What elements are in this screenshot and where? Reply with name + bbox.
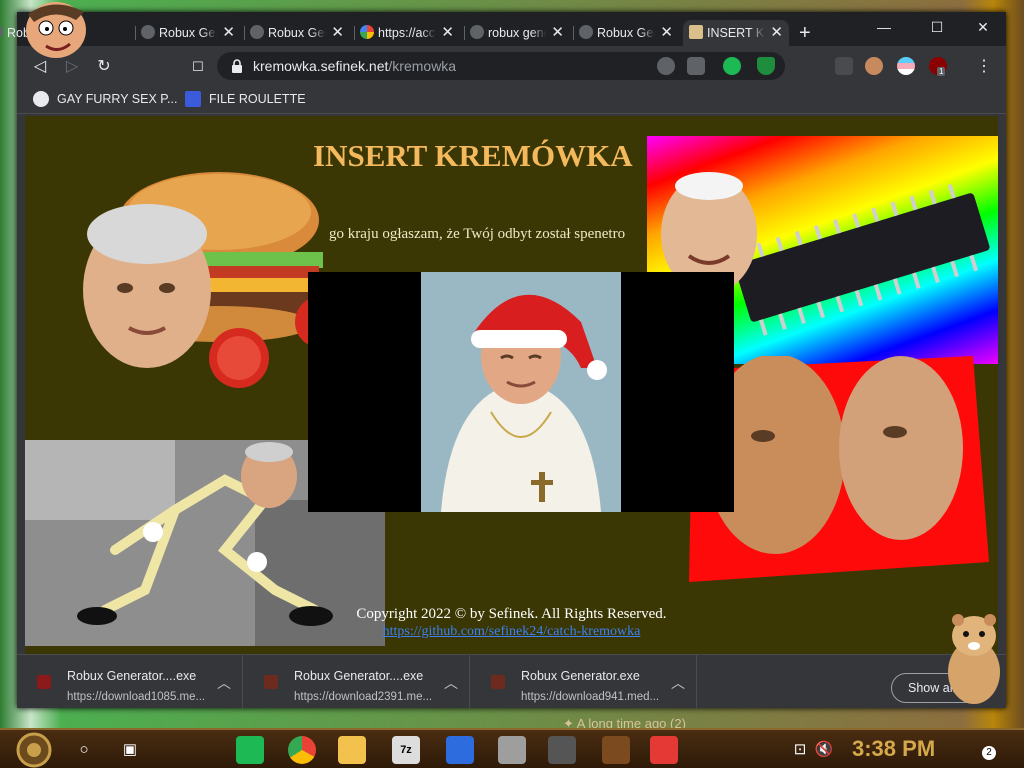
cartoon-face-sticker bbox=[26, 2, 86, 58]
new-tab-button[interactable]: + bbox=[799, 22, 811, 45]
downloads-bar: Robux Generator....exe https://download1… bbox=[17, 654, 1006, 709]
task-view-icon[interactable]: ▣ bbox=[116, 736, 144, 764]
maximize-button[interactable]: ☐ bbox=[926, 16, 948, 38]
tab-close-icon[interactable]: ✕ bbox=[660, 23, 673, 41]
exe-file-icon bbox=[37, 675, 51, 689]
translate-icon[interactable] bbox=[687, 57, 705, 75]
tab-label: Robux Generator bbox=[268, 26, 326, 40]
close-window-button[interactable]: ✕ bbox=[972, 16, 994, 38]
tab-label: INSERT KREMÓWKA bbox=[707, 26, 765, 40]
tab-close-icon[interactable]: ✕ bbox=[441, 23, 454, 41]
chevron-up-icon[interactable]: ︿ bbox=[671, 673, 685, 693]
tab-close-icon[interactable]: ✕ bbox=[222, 23, 235, 41]
download-filename: Robux Generator....exe bbox=[67, 669, 197, 683]
copyright-text: Copyright 2022 © by Sefinek. All Rights … bbox=[356, 606, 667, 622]
tab-insert-kremowka[interactable]: INSERT KREMÓWKA ✕ bbox=[683, 20, 789, 46]
cube-app-icon[interactable] bbox=[446, 736, 474, 764]
burger-pope-image[interactable] bbox=[59, 162, 347, 402]
tab-close-icon[interactable]: ✕ bbox=[770, 23, 783, 41]
bookmark-file-roulette[interactable]: FILE ROULETTE bbox=[185, 91, 306, 107]
tab-strip: Robux Generator ✕ Robux Generator ✕ Robu… bbox=[0, 12, 1006, 46]
hamster-sticker bbox=[948, 614, 1000, 704]
tab-label: robux generator bbox=[488, 26, 546, 40]
tab-label: Robux Generator bbox=[597, 26, 655, 40]
globe-icon bbox=[141, 25, 155, 39]
globe-icon bbox=[250, 25, 264, 39]
avatar-extension-icon[interactable] bbox=[865, 57, 883, 75]
download-url: https://download941.med... bbox=[521, 691, 660, 703]
page-content: INSERT KREMÓWKA go kraju ogłaszam, że Tw… bbox=[25, 116, 998, 654]
tab-robux-generator-5[interactable]: Robux Generator ✕ bbox=[573, 20, 679, 46]
game-app-icon[interactable] bbox=[602, 736, 630, 764]
taskbar: ○ ▣ 7z ⊡ 🔇 3:38 PM 2 bbox=[0, 728, 1024, 768]
browser-window: Robux Generator ✕ Robux Generator ✕ Robu… bbox=[0, 12, 1006, 709]
exe-file-icon bbox=[264, 675, 278, 689]
extension-icon[interactable] bbox=[835, 57, 853, 75]
chrome-app-icon[interactable] bbox=[288, 736, 316, 764]
spotify-extension-icon[interactable] bbox=[723, 57, 741, 75]
github-link[interactable]: https://github.com/sefinek24/catch-kremo… bbox=[25, 624, 998, 640]
download-item-3[interactable]: Robux Generator.exe https://download941.… bbox=[471, 655, 697, 709]
tab-close-icon[interactable]: ✕ bbox=[551, 23, 564, 41]
tab-close-icon[interactable]: ✕ bbox=[331, 23, 344, 41]
download-item-1[interactable]: Robux Generator....exe https://download1… bbox=[17, 655, 243, 709]
bookmark-label: FILE ROULETTE bbox=[209, 92, 306, 106]
globe-icon bbox=[579, 25, 593, 39]
ublock-extension-icon[interactable]: 1 bbox=[929, 57, 947, 76]
santa-pope-graphic bbox=[421, 272, 621, 512]
notifications-icon[interactable]: 2 bbox=[968, 736, 996, 764]
mf-icon bbox=[185, 91, 201, 107]
bookmark-gay-furry[interactable]: GAY FURRY SEX P... bbox=[33, 91, 177, 107]
bookmark-label: GAY FURRY SEX P... bbox=[57, 92, 178, 106]
chevron-up-icon[interactable]: ︿ bbox=[217, 673, 231, 693]
bookmarks-bar: GAY FURRY SEX P... FILE ROULETTE bbox=[17, 86, 1006, 114]
windows-stack-icon[interactable] bbox=[548, 736, 576, 764]
download-filename: Robux Generator....exe bbox=[294, 669, 424, 683]
tab-google-accounts[interactable]: https://accounts ✕ bbox=[354, 20, 460, 46]
extension-badge: 1 bbox=[937, 67, 946, 76]
tab-robux-generator-4[interactable]: robux generator ✕ bbox=[464, 20, 570, 46]
minimize-button[interactable]: — bbox=[873, 16, 895, 38]
download-item-2[interactable]: Robux Generator....exe https://download2… bbox=[244, 655, 470, 709]
globe-icon bbox=[33, 91, 49, 107]
globe-icon bbox=[0, 25, 3, 39]
address-path: /kremowka bbox=[388, 58, 457, 74]
taskbar-clock[interactable]: 3:38 PM bbox=[852, 736, 935, 762]
tab-robux-generator-2[interactable]: Robux Generator ✕ bbox=[135, 20, 241, 46]
browser-menu-button[interactable]: ⋮ bbox=[973, 56, 995, 78]
exe-file-icon bbox=[491, 675, 505, 689]
search-circle-icon[interactable]: ○ bbox=[70, 736, 98, 764]
money-app-icon[interactable] bbox=[498, 736, 526, 764]
7zip-app-icon[interactable]: 7z bbox=[392, 736, 420, 764]
roblox-app-icon[interactable] bbox=[650, 736, 678, 764]
notification-count: 2 bbox=[982, 746, 996, 760]
lock-icon bbox=[232, 59, 242, 73]
page-title: INSERT KREMÓWKA bbox=[313, 138, 633, 173]
volume-muted-icon[interactable]: 🔇 bbox=[810, 736, 838, 764]
download-filename: Robux Generator.exe bbox=[521, 669, 640, 683]
file-explorer-icon[interactable] bbox=[338, 736, 366, 764]
bookmark-page-button[interactable]: ☐ bbox=[187, 56, 209, 78]
spotify-app-icon[interactable] bbox=[236, 736, 264, 764]
page-body-text: go kraju ogłaszam, że Twój odbyt został … bbox=[329, 226, 626, 242]
kremowka-icon bbox=[689, 25, 703, 39]
browser-toolbar: ◁ ▷ ↻ ☐ kremowka.sefinek.net/kremowka 1 … bbox=[17, 46, 1006, 86]
globe-icon bbox=[470, 25, 484, 39]
flag-extension-icon[interactable] bbox=[897, 57, 915, 75]
address-host: kremowka.sefinek.net bbox=[253, 58, 389, 74]
shield-extension-icon[interactable] bbox=[757, 57, 775, 75]
blocked-popup-icon[interactable] bbox=[657, 57, 675, 75]
reload-button[interactable]: ↻ bbox=[93, 56, 115, 78]
start-button-icon[interactable] bbox=[14, 732, 54, 768]
download-url: https://download2391.me... bbox=[294, 691, 433, 703]
google-icon bbox=[360, 25, 374, 39]
download-url: https://download1085.me... bbox=[67, 691, 206, 703]
tab-label: Robux Generator bbox=[159, 26, 217, 40]
tab-label: https://accounts bbox=[378, 26, 436, 40]
santa-pope-image[interactable] bbox=[308, 272, 734, 512]
tab-robux-generator-3[interactable]: Robux Generator ✕ bbox=[244, 20, 350, 46]
chevron-up-icon[interactable]: ︿ bbox=[444, 673, 458, 693]
